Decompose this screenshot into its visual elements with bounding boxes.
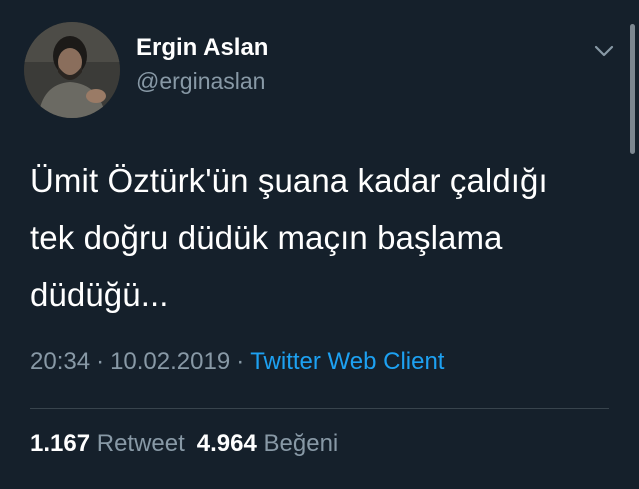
- tweet-text-line: düdüğü...: [30, 276, 169, 313]
- retweets-label: Retweet: [96, 430, 185, 457]
- tweet-meta: 20:34 · 10.02.2019 · Twitter Web Client: [30, 348, 444, 376]
- scrollbar[interactable]: [630, 24, 635, 154]
- tweet-text-line: Ümit Öztürk'ün şuana kadar çaldığı: [30, 162, 548, 199]
- retweets-count: 1.167: [30, 430, 91, 457]
- avatar[interactable]: [24, 22, 120, 118]
- tweet-detail: Ergin Aslan @erginaslan Ümit Öztürk'ün ş…: [0, 0, 639, 489]
- retweets-stat[interactable]: 1.167 Retweet: [30, 430, 185, 457]
- display-name[interactable]: Ergin Aslan: [136, 34, 268, 62]
- user-handle[interactable]: @erginaslan: [136, 68, 265, 95]
- meta-separator: ·: [236, 348, 245, 375]
- tweet-text: Ümit Öztürk'ün şuana kadar çaldığı tek d…: [30, 152, 620, 323]
- tweet-time[interactable]: 20:34: [30, 348, 90, 375]
- meta-separator: ·: [96, 348, 105, 375]
- tweet-stats: 1.167 Retweet 4.964 Beğeni: [30, 430, 338, 458]
- likes-stat[interactable]: 4.964 Beğeni: [197, 430, 338, 457]
- chevron-down-icon[interactable]: [592, 42, 616, 60]
- tweet-text-line: tek doğru düdük maçın başlama: [30, 219, 503, 256]
- tweet-source-link[interactable]: Twitter Web Client: [250, 348, 444, 375]
- tweet-date[interactable]: 10.02.2019: [110, 348, 230, 375]
- divider: [30, 408, 609, 409]
- likes-label: Beğeni: [263, 430, 339, 457]
- likes-count: 4.964: [196, 430, 257, 457]
- avatar-photo: [24, 22, 120, 118]
